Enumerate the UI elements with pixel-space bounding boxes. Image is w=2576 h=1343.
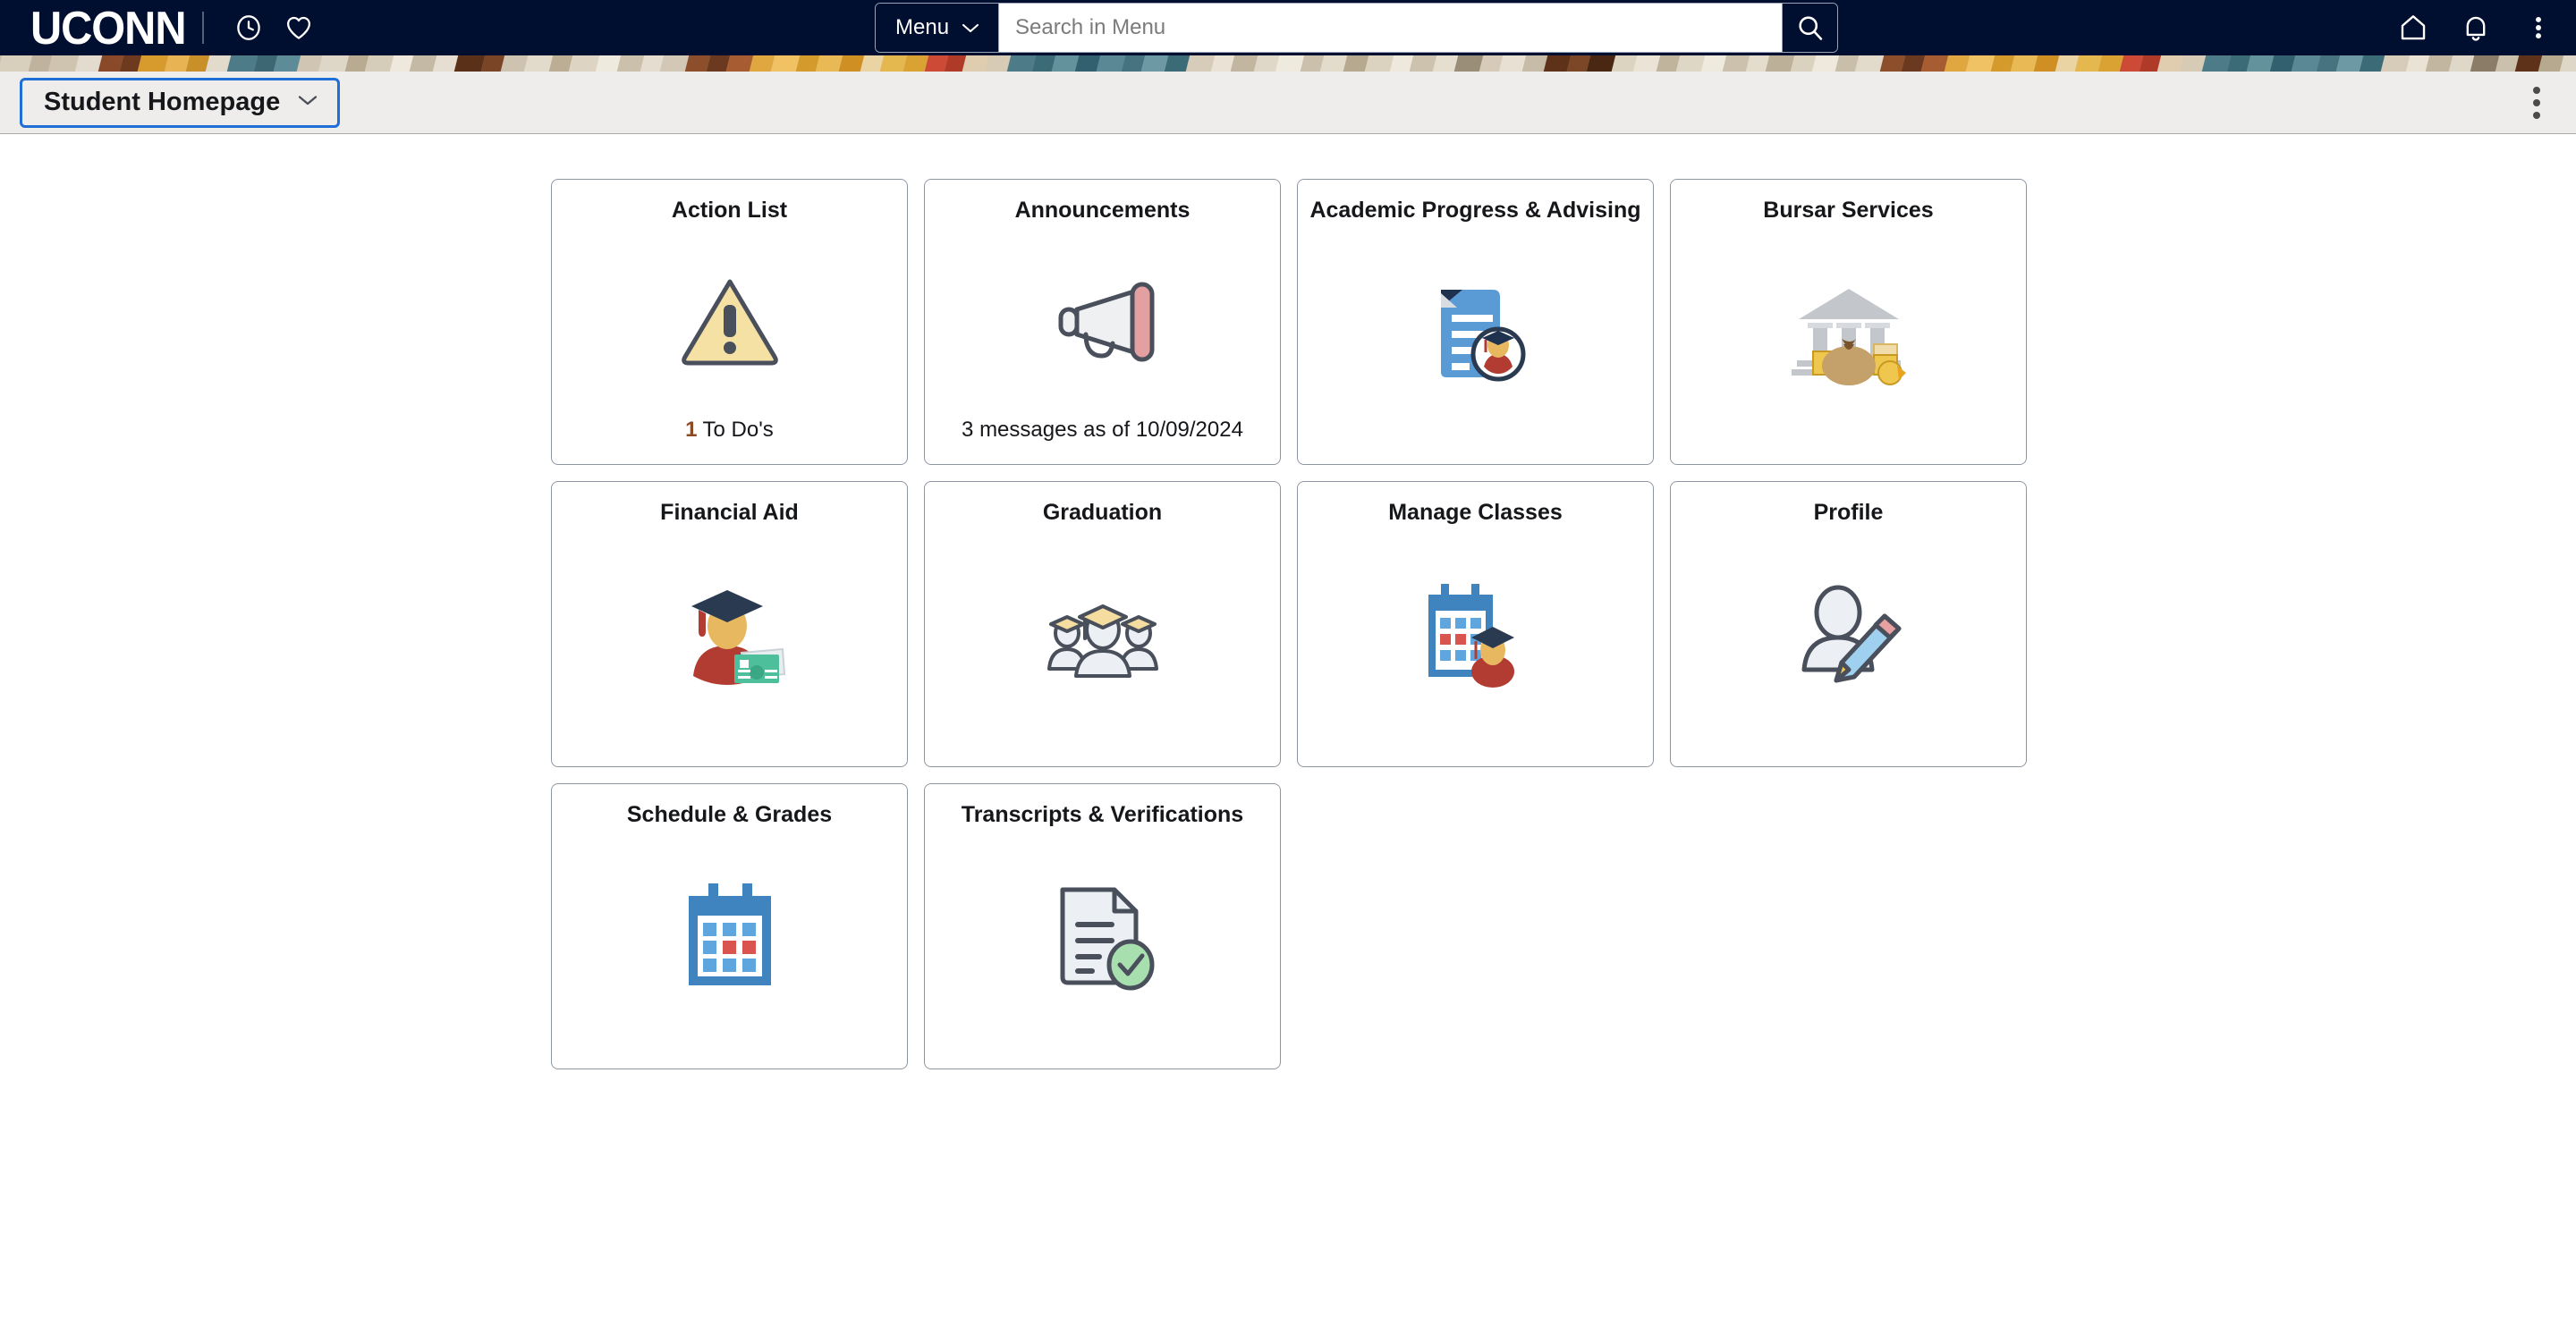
tile-footer: 3 messages as of 10/09/2024: [962, 418, 1243, 464]
clock-icon[interactable]: [224, 3, 274, 53]
document-check-icon: [925, 828, 1280, 1069]
document-graduate-icon: [1298, 224, 1653, 465]
warning-triangle-icon: [552, 224, 907, 418]
chevron-down-icon: [296, 93, 319, 112]
homepage-selector[interactable]: Student Homepage: [20, 77, 341, 128]
bank-money-icon: [1671, 224, 2026, 465]
tile-financial-aid[interactable]: Financial Aid: [551, 481, 908, 767]
tile-action-list[interactable]: Action List 1 To Do's: [551, 179, 908, 465]
menu-search-bar: Menu: [875, 3, 1839, 53]
tile-title: Schedule & Grades: [626, 802, 833, 827]
page-subheader: Student Homepage: [0, 72, 2576, 134]
calendar-icon: [552, 828, 907, 1069]
tile-transcripts-verifications[interactable]: Transcripts & Verifications: [924, 783, 1281, 1069]
person-pencil-icon: [1671, 526, 2026, 767]
uconn-logo[interactable]: UCONN: [30, 4, 187, 51]
decorative-banner: [0, 55, 2576, 72]
todo-count: 1: [685, 418, 698, 442]
heart-icon[interactable]: [274, 3, 324, 53]
tile-title: Manage Classes: [1388, 500, 1563, 525]
menu-dropdown-button[interactable]: Menu: [876, 4, 1000, 52]
tile-title: Graduation: [1042, 500, 1163, 525]
tile-title: Transcripts & Verifications: [961, 802, 1244, 827]
calendar-graduate-icon: [1298, 526, 1653, 767]
chevron-down-icon: [961, 15, 980, 40]
menu-dropdown-label: Menu: [895, 15, 950, 39]
kebab-dot: [2533, 86, 2540, 94]
search-input[interactable]: [999, 4, 1783, 52]
tile-schedule-grades[interactable]: Schedule & Grades: [551, 783, 908, 1069]
home-icon[interactable]: [2388, 3, 2438, 53]
tile-bursar-services[interactable]: Bursar Services: [1670, 179, 2027, 465]
kebab-dot: [2533, 98, 2540, 106]
graduate-cash-icon: [552, 526, 907, 767]
tile-profile[interactable]: Profile: [1670, 481, 2027, 767]
tile-title: Action List: [671, 198, 788, 223]
tile-manage-classes[interactable]: Manage Classes: [1297, 481, 1654, 767]
tile-title: Announcements: [1014, 198, 1191, 223]
tile-academic-progress-advising[interactable]: Academic Progress & Advising: [1297, 179, 1654, 465]
tile-title: Financial Aid: [660, 500, 799, 525]
brand-divider: [201, 12, 204, 44]
tile-title: Academic Progress & Advising: [1309, 198, 1641, 223]
tile-announcements[interactable]: Announcements 3 messages as of 10/09/202…: [924, 179, 1281, 465]
tile-grid: Action List 1 To Do's Announcements 3 me…: [551, 179, 2029, 1069]
search-icon[interactable]: [1782, 4, 1838, 52]
bell-icon[interactable]: [2451, 3, 2501, 53]
tile-footer: 1 To Do's: [685, 418, 774, 464]
subheader-actions-button[interactable]: [2515, 81, 2558, 124]
announcement-summary: 3 messages as of 10/09/2024: [962, 418, 1243, 442]
tile-title: Profile: [1813, 500, 1884, 525]
homepage-content: Action List 1 To Do's Announcements 3 me…: [0, 134, 2576, 1069]
tile-graduation[interactable]: Graduation: [924, 481, 1281, 767]
graduates-group-icon: [925, 526, 1280, 767]
brand-area: UCONN: [0, 3, 324, 53]
nav-right-actions: [2388, 0, 2563, 55]
todo-label: To Do's: [702, 418, 774, 442]
page-title: Student Homepage: [44, 88, 281, 116]
top-navigation-bar: UCONN Menu: [0, 0, 2576, 55]
kebab-dot: [2533, 111, 2540, 119]
megaphone-icon: [925, 224, 1280, 418]
tile-title: Bursar Services: [1763, 198, 1934, 223]
kebab-menu-icon[interactable]: [2513, 3, 2563, 53]
